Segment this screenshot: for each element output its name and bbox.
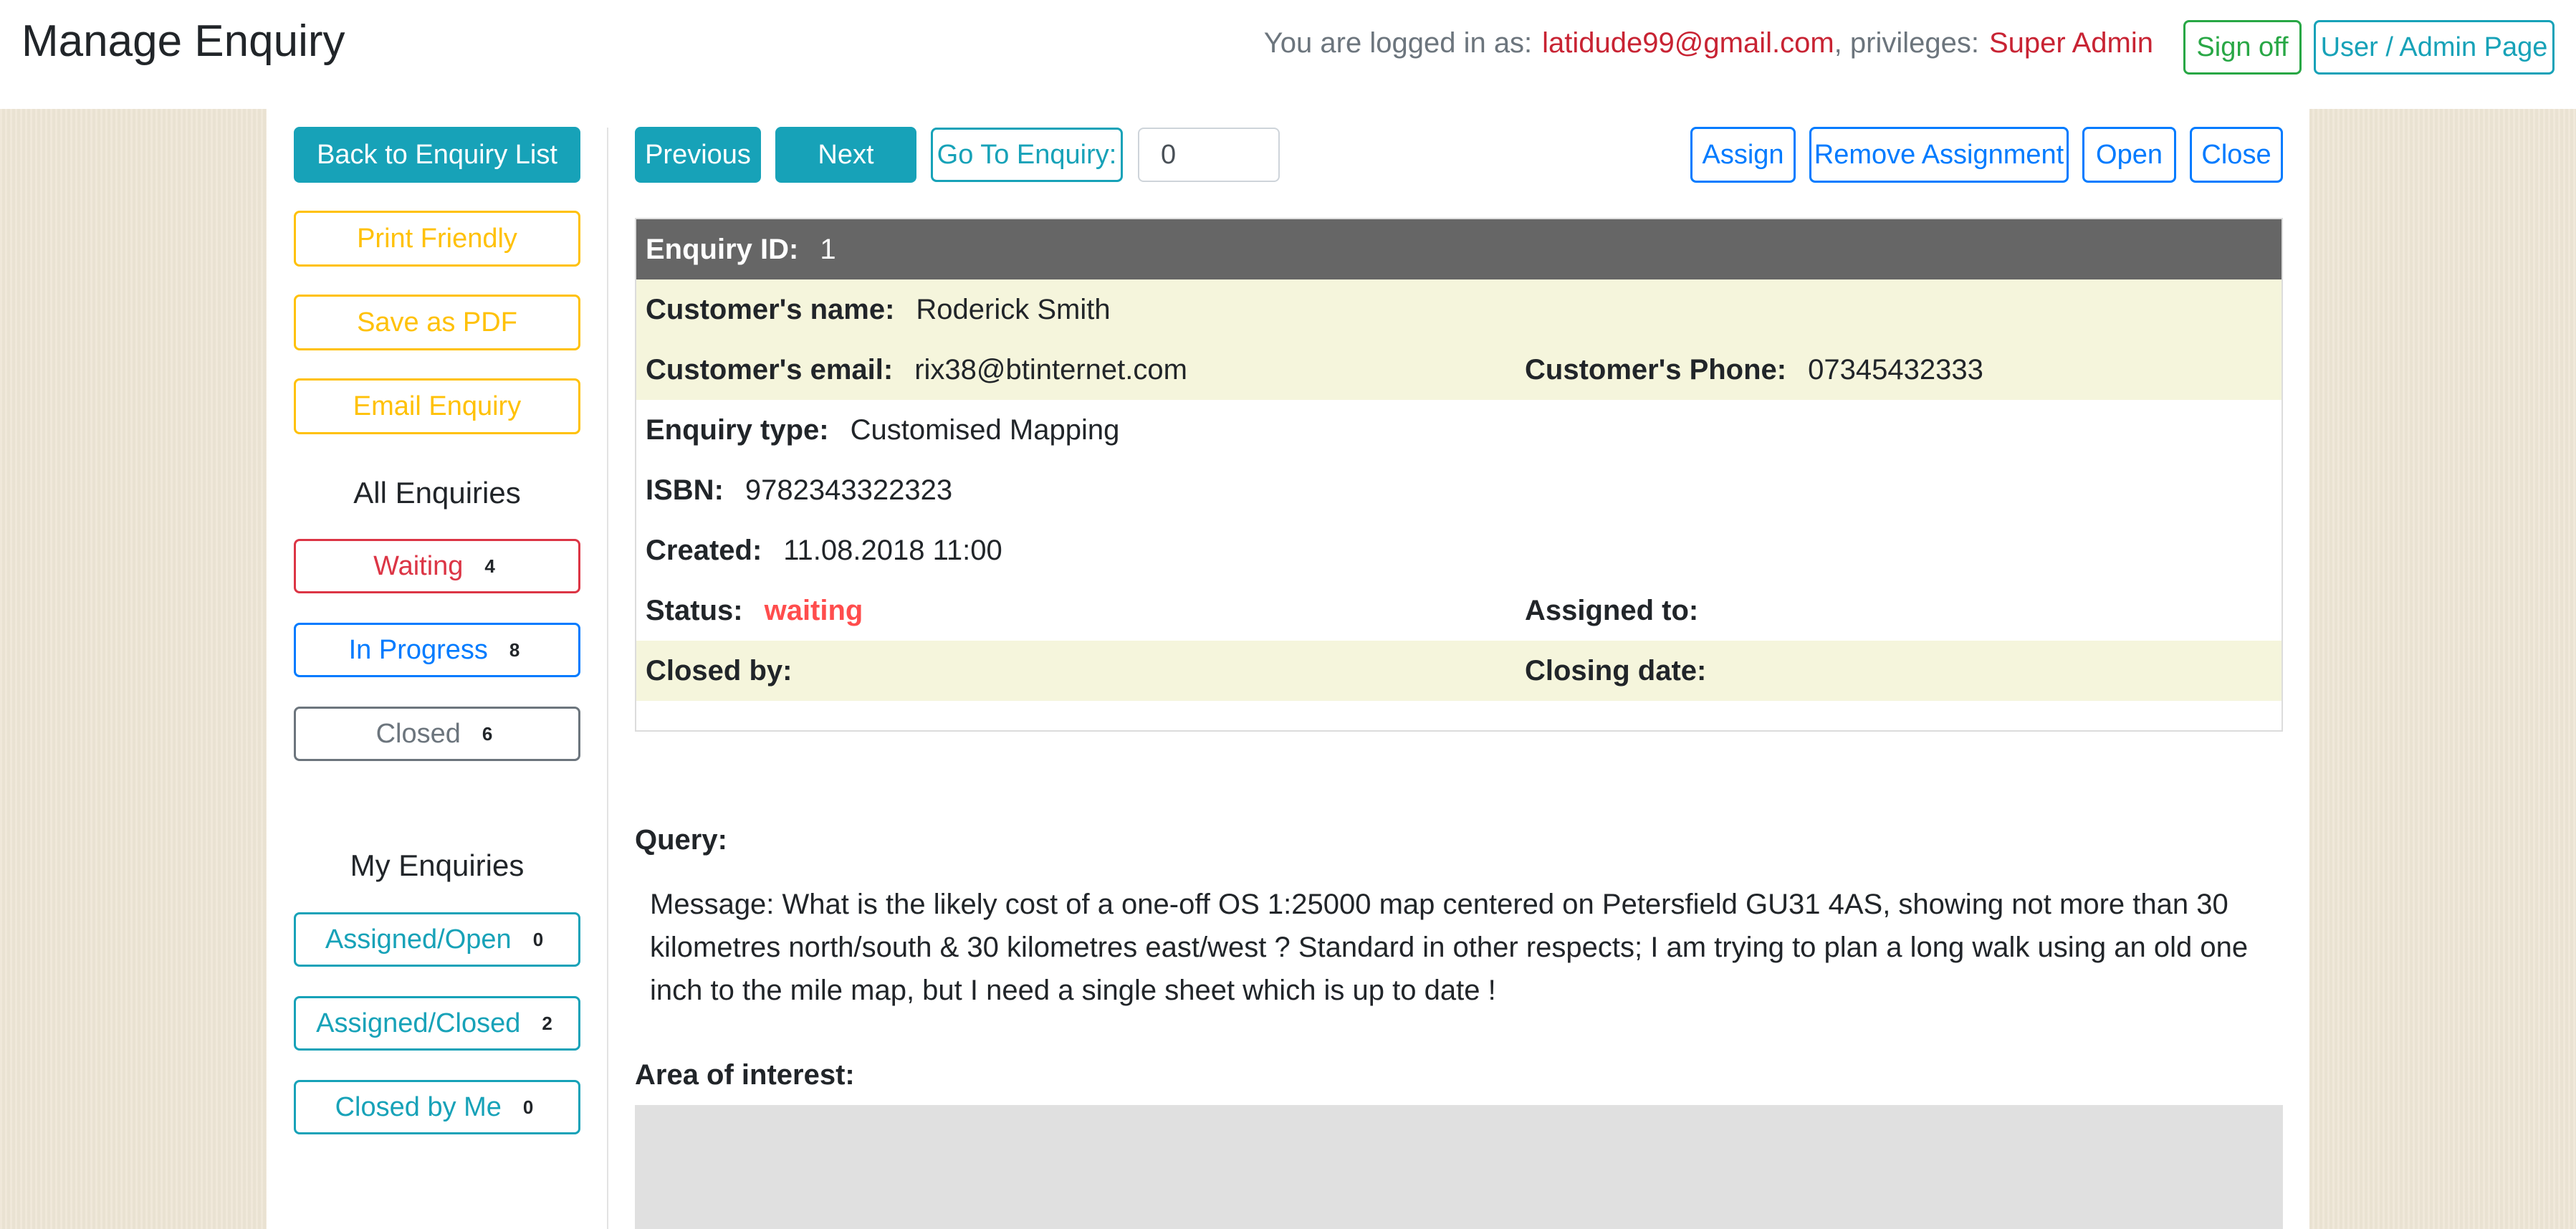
query-message: Message: What is the likely cost of a on…	[650, 889, 2249, 1006]
customer-name-value: Roderick Smith	[916, 293, 1111, 325]
created-label: Created:	[646, 534, 762, 566]
user-role: Super Admin	[1988, 27, 2153, 59]
customer-email-label: Customer's email:	[646, 353, 894, 386]
waiting-count-badge: 4	[479, 553, 501, 579]
area-of-interest-map[interactable]	[635, 1105, 2283, 1229]
enquiry-type-label: Enquiry type:	[646, 413, 829, 446]
sidebar-divider	[607, 128, 608, 1229]
waiting-label: Waiting	[373, 550, 464, 581]
closed-by-label: Closed by:	[646, 654, 793, 687]
closed-by-me-count-badge: 0	[517, 1094, 540, 1120]
in-progress-label: In Progress	[348, 634, 488, 665]
logged-in-prefix: You are logged in as:	[1263, 27, 1533, 59]
sign-off-button[interactable]: Sign off	[2183, 20, 2302, 75]
customer-phone-value: 07345432333	[1808, 353, 1983, 386]
go-to-enquiry-button[interactable]: Go To Enquiry:	[931, 128, 1123, 182]
email-enquiry-button[interactable]: Email Enquiry	[294, 378, 580, 434]
assigned-open-filter-button[interactable]: Assigned/Open 0	[294, 912, 580, 967]
isbn-label: ISBN:	[646, 474, 724, 506]
status-label: Status:	[646, 594, 743, 626]
save-pdf-button[interactable]: Save as PDF	[294, 295, 580, 350]
enquiry-type-row: Enquiry type: Customised Mapping	[636, 400, 2281, 460]
isbn-value: 9782343322323	[744, 474, 953, 506]
enquiry-type-value: Customised Mapping	[850, 413, 1120, 446]
assigned-closed-count-badge: 2	[536, 1010, 558, 1036]
customer-contact-row: Customer's email: rix38@btinternet.com Cu…	[636, 340, 2281, 400]
assigned-open-count-badge: 0	[527, 927, 550, 952]
created-value: 11.08.2018 11:00	[783, 534, 1002, 566]
closing-date-label: Closing date:	[1525, 654, 1707, 687]
assigned-closed-filter-button[interactable]: Assigned/Closed 2	[294, 996, 580, 1051]
isbn-row: ISBN: 9782343322323	[636, 460, 2281, 520]
previous-button[interactable]: Previous	[635, 127, 761, 183]
open-button[interactable]: Open	[2082, 127, 2176, 183]
enquiry-id-value: 1	[820, 233, 836, 265]
area-of-interest-label: Area of interest:	[635, 1059, 855, 1091]
user-email: latidude99@gmail.com	[1542, 27, 1834, 59]
customer-name-row: Customer's name: Roderick Smith	[636, 279, 2281, 340]
page-title: Manage Enquiry	[21, 16, 345, 66]
back-to-list-button[interactable]: Back to Enquiry List	[294, 127, 580, 183]
login-info: You are logged in as: latidude99@gmail.co…	[1264, 27, 2153, 59]
in-progress-filter-button[interactable]: In Progress 8	[294, 623, 580, 677]
status-value: waiting	[764, 594, 863, 626]
customer-name-label: Customer's name:	[646, 293, 895, 325]
go-to-enquiry-input[interactable]: 0	[1138, 128, 1280, 182]
print-friendly-button[interactable]: Print Friendly	[294, 211, 580, 267]
assigned-closed-label: Assigned/Closed	[316, 1008, 521, 1038]
assign-button[interactable]: Assign	[1690, 127, 1796, 183]
close-button[interactable]: Close	[2190, 127, 2283, 183]
my-enquiries-heading: My Enquiries	[350, 848, 525, 882]
in-progress-count-badge: 8	[503, 637, 526, 663]
status-row: Status: waiting Assigned to:	[636, 580, 2281, 641]
enquiry-details-table: Enquiry ID: 1 Customer's name: Roderick Sm…	[635, 218, 2283, 732]
waiting-filter-button[interactable]: Waiting 4	[294, 539, 580, 593]
next-button[interactable]: Next	[775, 127, 916, 183]
closed-label: Closed	[375, 718, 461, 749]
closed-count-badge: 6	[476, 721, 499, 747]
user-admin-page-button[interactable]: User / Admin Page	[2314, 20, 2555, 75]
remove-assignment-button[interactable]: Remove Assignment	[1809, 127, 2069, 183]
created-row: Created: 11.08.2018 11:00	[636, 520, 2281, 580]
closed-by-me-label: Closed by Me	[335, 1091, 502, 1122]
assigned-open-label: Assigned/Open	[325, 924, 512, 955]
closed-by-me-filter-button[interactable]: Closed by Me 0	[294, 1080, 580, 1134]
query-label: Query:	[635, 824, 727, 856]
top-bar: Manage Enquiry You are logged in as: lati…	[0, 0, 2576, 109]
closed-filter-button[interactable]: Closed 6	[294, 707, 580, 761]
customer-email-value: rix38@btinternet.com	[914, 353, 1187, 386]
privileges-prefix: , privileges:	[1834, 27, 1979, 59]
enquiry-id-row: Enquiry ID: 1	[636, 219, 2281, 279]
all-enquiries-heading: All Enquiries	[353, 476, 521, 510]
assigned-to-label: Assigned to:	[1525, 594, 1699, 626]
enquiry-id-label: Enquiry ID:	[646, 233, 799, 265]
customer-phone-label: Customer's Phone:	[1525, 353, 1787, 386]
closed-row: Closed by: Closing date:	[636, 641, 2281, 701]
